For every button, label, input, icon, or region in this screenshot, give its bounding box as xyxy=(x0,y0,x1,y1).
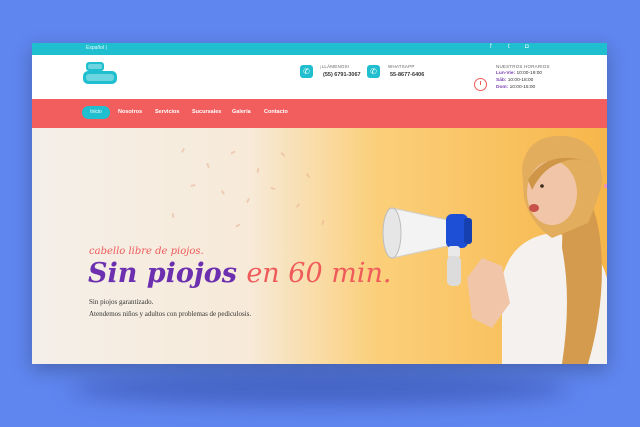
instagram-icon[interactable]: ◘ xyxy=(525,44,529,50)
call-label: ¡LLÁMENOS! xyxy=(320,64,350,69)
nav-item-sucursales[interactable]: Sucursales xyxy=(192,109,221,115)
hero-title-part1: Sin piojos xyxy=(88,258,237,289)
clock-icon xyxy=(474,78,487,91)
hero-tagline: cabello libre de piojos. xyxy=(89,246,204,257)
hero-banner: cabello libre de piojos. Sin piojos en 6… xyxy=(32,128,607,364)
phone-icon: ✆ xyxy=(300,65,313,78)
whatsapp-number[interactable]: 55-8677-6406 xyxy=(390,72,424,78)
hours-label: NUESTROS HORARIOS xyxy=(496,64,550,69)
nav-item-contacto[interactable]: Contacto xyxy=(264,109,288,115)
hero-line-1: Sin piojos garantizado. xyxy=(89,298,154,306)
hero-title: Sin piojos en 60 min. xyxy=(88,259,391,289)
hours-row: Dom: 10:00-15:00 xyxy=(496,85,536,90)
top-bar: Español | f t ◘ xyxy=(32,43,607,55)
whatsapp-icon: ✆ xyxy=(367,65,380,78)
girl-with-megaphone-photo xyxy=(382,135,607,364)
call-number[interactable]: (55) 6791-3067 xyxy=(323,72,361,78)
site-header: ✆ ¡LLÁMENOS! (55) 6791-3067 ✆ WHATSAPP 5… xyxy=(32,55,607,99)
website-mockup: Español | f t ◘ ✆ ¡LLÁMENOS! (55) 6791-3… xyxy=(32,43,607,364)
nav-item-servicios[interactable]: Servicios xyxy=(155,109,179,115)
nav-item-nosotros[interactable]: Nosotros xyxy=(118,109,142,115)
sin-piojos-logo[interactable] xyxy=(82,61,118,85)
hero-title-part2: en 60 min. xyxy=(246,258,392,289)
nav-item-inicio[interactable]: Inicio xyxy=(82,106,110,119)
hero-line-2: Atendemos niños y adultos con problemas … xyxy=(89,310,252,318)
hours-row: Sáb: 10:00-18:00 xyxy=(496,78,534,83)
main-nav: Inicio Nosotros Servicios Sucursales Gal… xyxy=(32,99,607,128)
hours-row: Lun-Vie: 10:00-19:00 xyxy=(496,71,543,76)
nav-item-galeria[interactable]: Galería xyxy=(232,109,251,115)
twitter-icon[interactable]: t xyxy=(508,44,510,50)
page-shadow xyxy=(70,372,570,406)
language-selector[interactable]: Español | xyxy=(86,45,107,51)
facebook-icon[interactable]: f xyxy=(490,44,492,50)
whatsapp-label: WHATSAPP xyxy=(388,64,415,69)
